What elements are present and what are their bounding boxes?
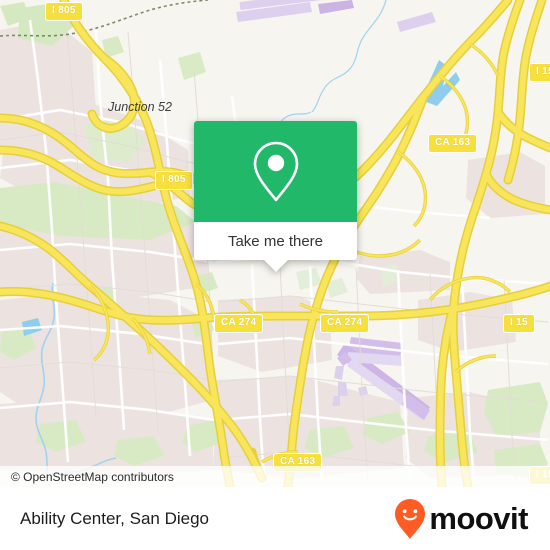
popup-header [194, 121, 357, 222]
road-shield-ca163-north[interactable]: CA 163 [428, 134, 478, 153]
place-title: Ability Center, San Diego [20, 508, 209, 528]
moovit-smiley-pin-icon [395, 498, 426, 539]
popup-action-bar[interactable]: Take me there [194, 222, 357, 260]
moovit-wordmark: moovit [429, 501, 528, 536]
map-page: Junction 52 I 805 I 805 CA 163 CA 163 CA… [0, 0, 550, 550]
road-shield-i805-north[interactable]: I 805 [45, 2, 83, 21]
road-shield-ca274-east[interactable]: CA 274 [320, 314, 370, 333]
road-shield-i805-south[interactable]: I 805 [155, 171, 193, 190]
page-footer: Ability Center, San Diego moovit [0, 487, 550, 550]
map-label-junction-52: Junction 52 [108, 100, 172, 114]
take-me-there-popup[interactable]: Take me there [194, 121, 357, 272]
map-attribution-bar: © OpenStreetMap contributors [0, 466, 550, 487]
map-pin-icon [253, 141, 298, 201]
road-shield-i15-north[interactable]: I 15 [529, 63, 550, 82]
moovit-brand[interactable]: moovit [394, 498, 528, 540]
osm-attribution-text[interactable]: © OpenStreetMap contributors [0, 470, 174, 484]
map-canvas[interactable]: Junction 52 I 805 I 805 CA 163 CA 163 CA… [0, 0, 550, 487]
take-me-there-label: Take me there [227, 232, 324, 250]
popup-pointer [263, 260, 288, 272]
road-shield-ca274-west[interactable]: CA 274 [214, 314, 264, 333]
road-shield-i15-mid[interactable]: I 15 [503, 314, 535, 333]
